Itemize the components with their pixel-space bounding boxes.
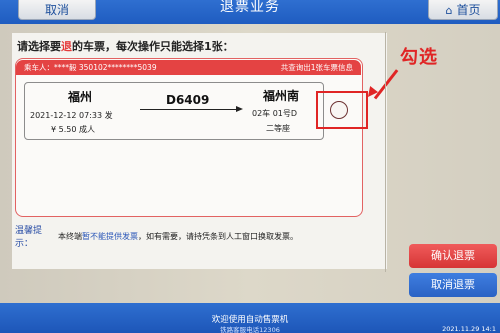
ticket-card-header: 乘车人：****毅 350102********5039 共查询出1张车票信息 [16, 60, 361, 75]
train-number: D6409 [166, 93, 210, 107]
footer-hotline: 铁路客服电话12306 [220, 326, 280, 333]
annotation-label: 勾选 [400, 47, 438, 68]
departure-station: 福州 [68, 90, 93, 104]
notice-text: 本终端暂不能提供发票，如有需要，请持凭条到人工窗口换取发票。 [58, 232, 298, 241]
departure-datetime: 2021-12-12 07:33 发 [30, 111, 113, 120]
ticket-price: ¥ 5.50 成人 [51, 125, 95, 134]
divider [385, 32, 386, 272]
footer-time: 2021.11.29 14:1 [442, 325, 496, 333]
query-summary: 共查询出1张车票信息 [280, 63, 353, 72]
seat-class: 二等座 [266, 124, 290, 133]
route-arrow-icon [140, 109, 238, 110]
passenger-info: 乘车人：****毅 350102********5039 [24, 63, 157, 72]
page-title: 退票业务 [220, 0, 280, 15]
confirm-refund-button[interactable]: 确认退票 [409, 244, 497, 268]
cancel-refund-button[interactable]: 取消退票 [409, 273, 497, 297]
route-arrow-head-icon [236, 106, 243, 112]
home-button[interactable]: ⌂ 首页 [428, 0, 498, 20]
annotation-highlight-box [316, 91, 368, 129]
notice-label: 温馨提示： [15, 226, 43, 249]
instruction-text: 请选择要退的车票，每次操作只能选择1张： [17, 40, 234, 53]
arrival-station: 福州南 [263, 89, 300, 103]
home-icon: ⌂ [445, 4, 453, 17]
seat-number: 02车 01号D [252, 109, 298, 118]
home-label: 首页 [456, 3, 481, 17]
